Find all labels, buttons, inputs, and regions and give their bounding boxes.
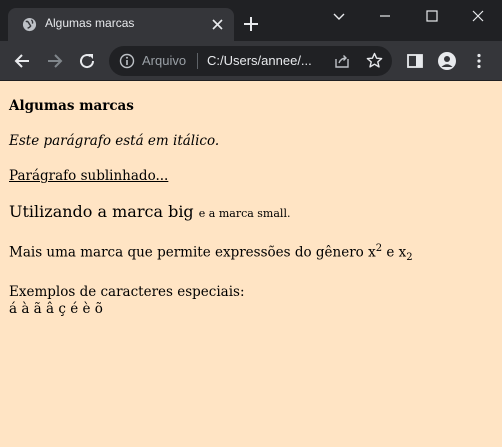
small-text: e a marca small. <box>198 207 291 220</box>
star-icon[interactable] <box>366 52 383 69</box>
share-icon[interactable] <box>334 53 350 69</box>
big-text: Utilizando a marca big <box>9 202 194 221</box>
special-chars-paragraph: Exemplos de caracteres especiais: á à ã â… <box>9 284 245 318</box>
page-heading: Algumas marcas <box>9 98 134 114</box>
underlined-paragraph: Parágrafo sublinhado... <box>9 168 169 184</box>
address-divider <box>197 53 198 69</box>
address-bar[interactable]: Arquivo C:/Users/annee/... <box>109 46 392 76</box>
tab-algumas-marcas[interactable]: Algumas marcas <box>8 8 234 41</box>
italic-paragraph: Este parágrafo está em itálico. <box>9 133 220 149</box>
browser-toolbar: Arquivo C:/Users/annee/... <box>0 41 502 81</box>
address-scheme-label: Arquivo <box>142 53 187 68</box>
maximize-icon[interactable] <box>424 8 440 24</box>
reload-icon[interactable] <box>77 51 97 71</box>
close-icon[interactable] <box>211 18 224 31</box>
plus-icon[interactable] <box>243 16 259 32</box>
tab-title: Algumas marcas <box>45 16 135 30</box>
superscript-value: 2 <box>375 243 383 254</box>
chevron-down-icon[interactable] <box>331 8 347 24</box>
connector-text: e x <box>386 244 407 261</box>
special-chars: á à ã â ç é è õ <box>9 301 103 317</box>
address-url[interactable]: C:/Users/annee/... <box>207 53 322 68</box>
info-icon[interactable] <box>119 53 135 69</box>
globe-icon <box>22 17 37 32</box>
subscript-value: 2 <box>406 252 413 264</box>
browser-titlebar: Algumas marcas <box>0 0 502 41</box>
special-heading: Exemplos de caracteres especiais: <box>9 284 245 300</box>
big-small-paragraph: Utilizando a marca big e a marca small. <box>9 202 290 221</box>
minimize-icon[interactable] <box>377 8 393 24</box>
sidepanel-icon[interactable] <box>405 51 425 71</box>
close-window-icon[interactable] <box>470 8 486 24</box>
menu-icon[interactable] <box>469 51 489 71</box>
back-icon[interactable] <box>12 51 32 71</box>
profile-icon[interactable] <box>437 51 457 71</box>
sup-sub-paragraph: Mais uma marca que permite expressões do… <box>9 243 413 263</box>
sup-sub-text: Mais uma marca que permite expressões do… <box>9 244 376 261</box>
forward-icon[interactable] <box>45 51 65 71</box>
